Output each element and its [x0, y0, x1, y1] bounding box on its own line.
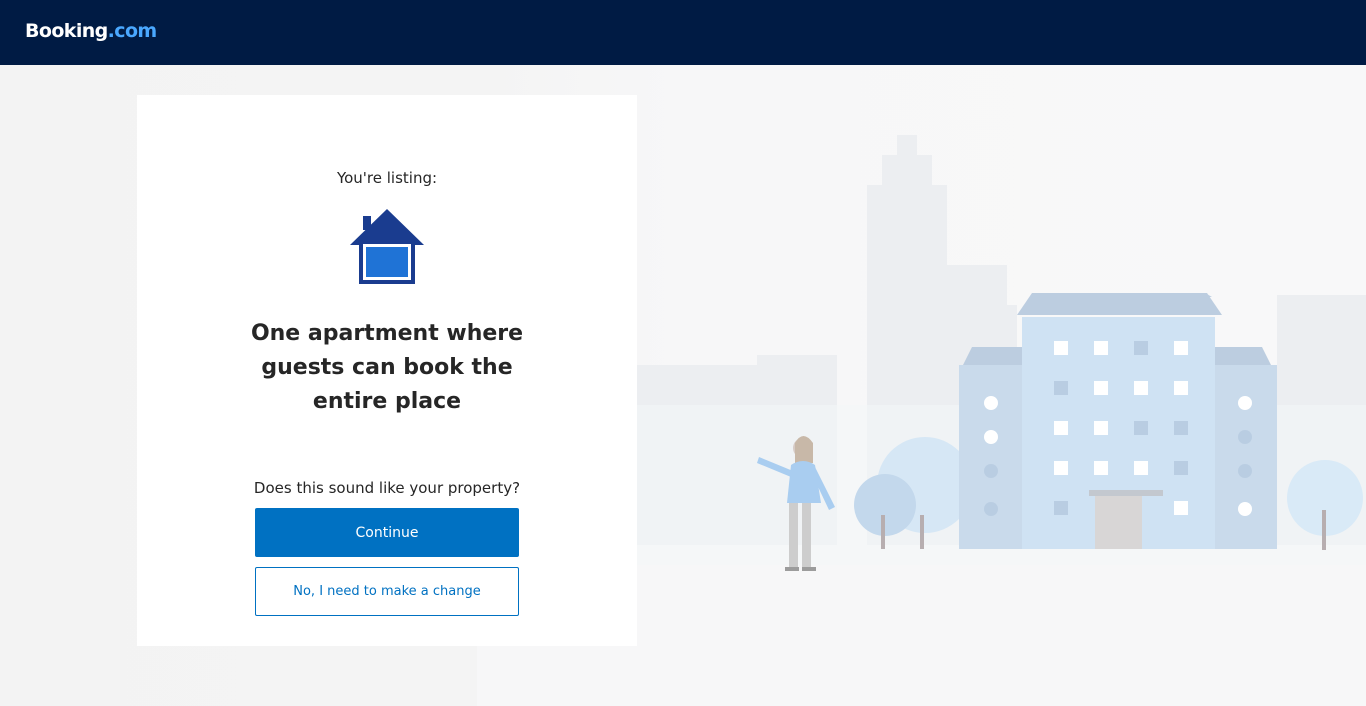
confirmation-question: Does this sound like your property? — [253, 479, 521, 497]
property-type-title: One apartment where guests can book the … — [250, 321, 524, 414]
listing-label: You're listing: — [336, 169, 438, 187]
house-icon — [350, 209, 424, 284]
booking-logo[interactable]: Booking.com — [25, 20, 157, 42]
listing-summary-card: You're listing: One apartment where gues… — [137, 95, 637, 646]
top-header: Booking.com — [0, 0, 1366, 65]
make-change-button[interactable]: No, I need to make a change — [255, 567, 519, 616]
continue-button[interactable]: Continue — [255, 508, 519, 557]
